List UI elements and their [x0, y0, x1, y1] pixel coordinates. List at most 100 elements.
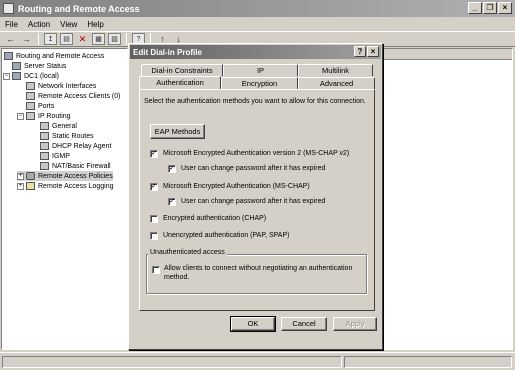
mschapv2-checkbox[interactable]: ✓ — [150, 150, 158, 158]
tree-item-label: Remote Access Policies — [38, 172, 113, 180]
tab-authentication[interactable]: Authentication — [139, 76, 221, 89]
clients-icon — [26, 92, 35, 100]
logging-icon — [26, 182, 35, 190]
tree-item-nat-firewall[interactable]: NAT/Basic Firewall — [40, 161, 111, 171]
tree-item-network-interfaces[interactable]: Network Interfaces — [26, 81, 96, 91]
app-icon — [3, 3, 14, 14]
toolbar-separator — [38, 33, 39, 45]
window-title: Routing and Remote Access — [18, 3, 140, 14]
authentication-page: Select the authentication methods you wa… — [139, 89, 375, 311]
network-icon — [26, 82, 35, 90]
tree-item-label: NAT/Basic Firewall — [52, 162, 111, 170]
server-icon — [12, 72, 21, 80]
cancel-button[interactable]: Cancel — [281, 317, 327, 331]
chap-checkbox[interactable] — [150, 215, 158, 223]
export-list-icon[interactable]: ▦ — [92, 33, 105, 45]
pap-spap-checkbox[interactable] — [150, 232, 158, 240]
routing-icon — [40, 142, 49, 150]
tab-multilink[interactable]: Multilink — [298, 64, 373, 76]
expand-icon[interactable]: + — [17, 182, 24, 190]
collapse-icon[interactable]: − — [17, 112, 24, 120]
mschapv2-change-password-label: User can change password after it has ex… — [181, 165, 326, 172]
menu-view[interactable]: View — [60, 20, 77, 29]
eap-methods-button[interactable]: EAP Methods — [150, 124, 205, 139]
toolbar-separator — [126, 33, 127, 45]
up-level-icon[interactable]: ↥ — [44, 33, 57, 45]
status-bar — [0, 352, 515, 370]
tab-ip[interactable]: IP — [223, 64, 298, 76]
instructions-text: Select the authentication methods you wa… — [144, 98, 366, 105]
status-cell — [2, 356, 342, 368]
tree-item-label: Remote Access Clients (0) — [38, 92, 121, 100]
menu-help[interactable]: Help — [87, 20, 103, 29]
menu-bar: File Action View Help — [0, 17, 515, 31]
tree-item-server-status[interactable]: Server Status — [12, 61, 66, 71]
back-arrow-icon[interactable]: ← — [4, 33, 17, 45]
ports-icon — [26, 102, 35, 110]
tree-item-label: IGMP — [52, 152, 70, 160]
tree-item-igmp[interactable]: IGMP — [40, 151, 70, 161]
tree-item-label: DHCP Relay Agent — [52, 142, 112, 150]
delete-icon[interactable]: ✕ — [76, 33, 89, 45]
tree-item-static-routes[interactable]: Static Routes — [40, 131, 94, 141]
close-button[interactable]: × — [498, 2, 512, 14]
restore-button[interactable]: ❐ — [483, 2, 497, 14]
tree-item-ip-routing[interactable]: − IP Routing — [17, 111, 71, 121]
tree-item-label: Remote Access Logging — [38, 182, 114, 190]
properties-icon[interactable]: ▤ — [60, 33, 73, 45]
dialog-controls: ? × — [354, 46, 379, 57]
mschap-checkbox[interactable]: ✓ — [150, 183, 158, 191]
tree-item-label: Network Interfaces — [38, 82, 97, 90]
collapse-icon[interactable]: − — [3, 72, 10, 80]
window-titlebar: Routing and Remote Access — [0, 0, 515, 17]
routing-icon — [40, 152, 49, 160]
tree-item-remote-access-logging[interactable]: + Remote Access Logging — [17, 181, 114, 191]
tree-item-label: IP Routing — [38, 112, 71, 120]
menu-file[interactable]: File — [5, 20, 18, 29]
mschapv2-label: Microsoft Encrypted Authentication versi… — [163, 150, 350, 157]
tree-item-dc1[interactable]: − DC1 (local) — [3, 71, 59, 81]
tree-item-ports[interactable]: Ports — [26, 101, 54, 111]
mschap-change-password-checkbox[interactable]: ✓ — [168, 198, 176, 206]
tree-item-general[interactable]: General — [40, 121, 77, 131]
server-icon — [12, 62, 21, 70]
unauthenticated-access-group-label: Unauthenticated access — [148, 249, 227, 256]
dialog-close-button[interactable]: × — [367, 46, 379, 57]
server-icon — [4, 52, 13, 60]
refresh-icon[interactable]: ▧ — [108, 33, 121, 45]
allow-unauthenticated-checkbox[interactable] — [152, 266, 160, 274]
tree-item-root[interactable]: Routing and Remote Access — [4, 51, 104, 61]
apply-button[interactable]: Apply — [333, 317, 377, 331]
dialog-titlebar: Edit Dial-in Profile — [130, 45, 381, 59]
menu-action[interactable]: Action — [28, 20, 50, 29]
tree-item-label: Ports — [38, 102, 55, 110]
forward-arrow-icon[interactable]: → — [20, 33, 33, 45]
edit-dial-in-profile-dialog: Edit Dial-in Profile ? × Dial-in Constra… — [128, 43, 383, 350]
tree-item-label: Routing and Remote Access — [16, 52, 105, 60]
mschap-change-password-label: User can change password after it has ex… — [181, 198, 326, 205]
allow-unauthenticated-label-line1: Allow clients to connect without negotia… — [164, 265, 353, 272]
pap-spap-label: Unencrypted authentication (PAP, SPAP) — [163, 232, 290, 239]
minimize-button[interactable]: _ — [468, 2, 482, 14]
dialog-title: Edit Dial-in Profile — [133, 47, 202, 57]
window-controls: _ ❐ × — [468, 2, 512, 14]
routing-icon — [40, 132, 49, 140]
dialog-help-button[interactable]: ? — [354, 46, 366, 57]
ok-button[interactable]: OK — [230, 316, 276, 332]
tab-advanced[interactable]: Advanced — [298, 77, 375, 89]
console-tree: Routing and Remote Access Server Status … — [1, 48, 128, 350]
tree-item-label: Server Status — [24, 62, 67, 70]
routing-icon — [40, 122, 49, 130]
tab-encryption[interactable]: Encryption — [221, 77, 298, 89]
expand-icon[interactable]: + — [17, 172, 24, 180]
tree-item-remote-access-clients[interactable]: Remote Access Clients (0) — [26, 91, 120, 101]
tree-item-label: General — [52, 122, 77, 130]
routing-icon — [26, 112, 35, 120]
tree-item-label: Static Routes — [52, 132, 94, 140]
tree-item-remote-access-policies[interactable]: + Remote Access Policies — [17, 171, 113, 181]
tree-item-dhcp-relay[interactable]: DHCP Relay Agent — [40, 141, 111, 151]
mschapv2-change-password-checkbox[interactable]: ✓ — [168, 165, 176, 173]
mschap-label: Microsoft Encrypted Authentication (MS-C… — [163, 183, 310, 190]
allow-unauthenticated-label-line2: method. — [164, 274, 190, 281]
tab-dial-in-constraints[interactable]: Dial-in Constraints — [141, 64, 223, 76]
